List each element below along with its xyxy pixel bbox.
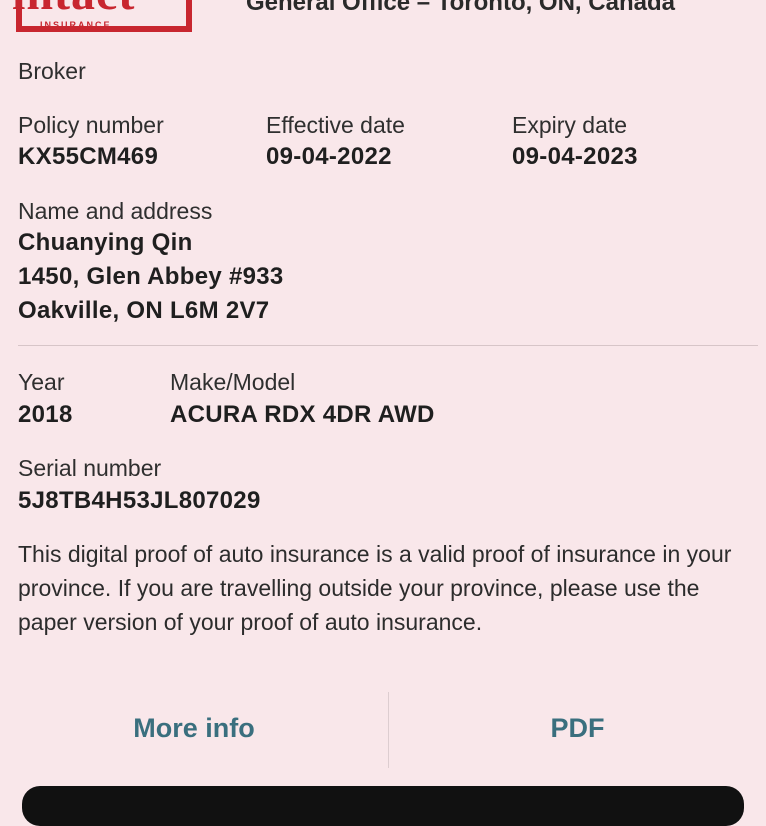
broker-label: Broker (18, 58, 86, 84)
address-line-2: Oakville, ON L6M 2V7 (18, 297, 270, 324)
office-location: General Office – Toronto, ON, Canada (246, 0, 675, 16)
name-address-label: Name and address (18, 198, 213, 224)
make-model-value: ACURA RDX 4DR AWD (170, 401, 435, 428)
proof-disclaimer: This digital proof of auto insurance is … (18, 541, 732, 635)
insured-name: Chuanying Qin (18, 229, 193, 256)
intact-logo: intact (12, 0, 135, 18)
pdf-button[interactable]: PDF (389, 688, 766, 768)
serial-number-label: Serial number (18, 455, 162, 481)
insurance-card: intact INSURANCE General Office – Toront… (0, 0, 766, 826)
policy-number-label: Policy number (18, 112, 164, 138)
effective-date-label: Effective date (266, 112, 405, 138)
effective-date-value: 09-04-2022 (266, 143, 392, 170)
expiry-date-value: 09-04-2023 (512, 143, 638, 170)
bottom-bar (22, 786, 744, 826)
card-actions: More info PDF (0, 688, 766, 768)
section-divider (18, 345, 758, 346)
year-label: Year (18, 369, 65, 395)
serial-number-value: 5J8TB4H53JL807029 (18, 487, 261, 514)
year-value: 2018 (18, 401, 73, 428)
more-info-button[interactable]: More info (0, 688, 388, 768)
intact-logo-subtext: INSURANCE (40, 20, 112, 30)
expiry-date-label: Expiry date (512, 112, 628, 138)
policy-number-value: KX55CM469 (18, 143, 159, 170)
address-line-1: 1450, Glen Abbey #933 (18, 263, 284, 290)
make-model-label: Make/Model (170, 369, 296, 395)
